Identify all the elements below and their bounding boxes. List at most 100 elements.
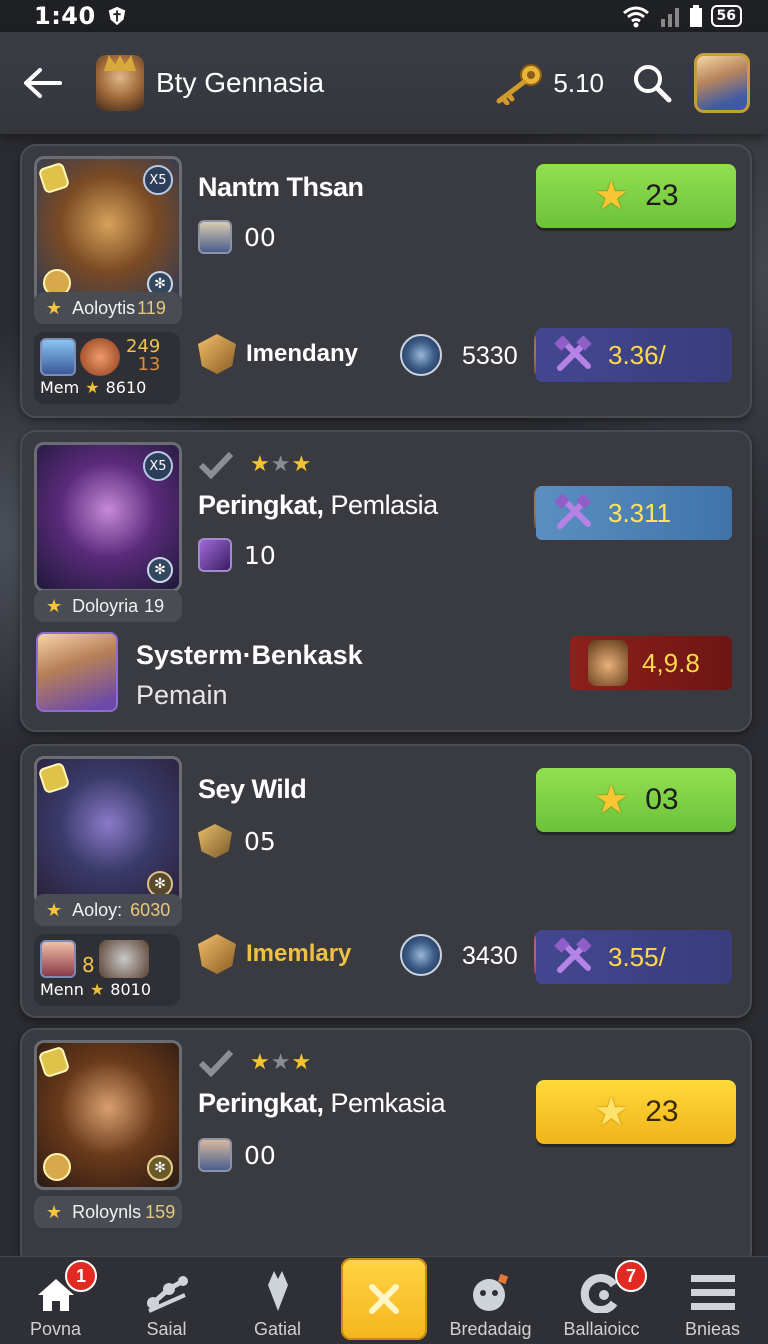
player-card[interactable]: ✻ ★ Aoloy: 6030 Sey Wild 05 ★ 03 8 Menn …	[20, 744, 752, 1018]
rank-emblem-icon	[198, 334, 236, 374]
notification-badge: 7	[615, 1260, 647, 1292]
nav-label: Ballaioicc	[563, 1319, 640, 1339]
search-icon[interactable]	[632, 63, 672, 103]
power-pill[interactable]: 3.36/	[536, 328, 732, 382]
power-pill[interactable]: 3.55/	[536, 930, 732, 984]
player-meta: 00	[198, 1138, 276, 1172]
level-label: Aoloy:	[72, 899, 123, 920]
level-number: 119	[137, 297, 166, 318]
level-pill: ★ Aoloy: 6030	[34, 894, 182, 926]
multiplier-badge: X5	[143, 165, 173, 195]
mini-avatar	[198, 538, 232, 572]
player-card[interactable]: X5 ✻ ★ Aoloytis 119 Nantm Thsan 00 ★ 23 …	[20, 144, 752, 418]
level-number: 19	[144, 595, 165, 616]
mini-avatar	[198, 220, 232, 254]
shield-icon	[108, 6, 125, 26]
stat-top2: 13	[137, 354, 161, 375]
level-label: Doloyria	[72, 595, 139, 616]
meta-value: 00	[244, 222, 276, 252]
star-icon: ★	[593, 778, 630, 822]
game-avatar	[96, 55, 144, 111]
player-name: Nantm Thsan	[198, 172, 364, 202]
star-icon: ★	[46, 595, 63, 616]
gem-icon	[37, 761, 71, 795]
nav-bredadaig[interactable]: Bredadaig	[435, 1256, 546, 1344]
stat-label: Menn	[40, 980, 84, 999]
battery-level: 56	[710, 5, 742, 27]
battery-small-icon	[689, 5, 702, 27]
nav-bnieas[interactable]: Bnieas	[657, 1256, 768, 1344]
rating-stars: ★★★	[250, 1050, 313, 1075]
power-pill[interactable]: 3.311	[536, 486, 732, 540]
nav-label: Saial	[146, 1319, 187, 1339]
red-value: 4,9.8	[642, 647, 700, 678]
notification-badge: 1	[65, 1260, 97, 1292]
stat-coins: 8610	[105, 378, 147, 397]
player-card[interactable]: ✻ ★ Roloynls 159 ★★★ Peringkat, Pemkasia…	[20, 1028, 752, 1268]
star-icon: ★	[593, 174, 630, 218]
star-icon: ★	[46, 1201, 63, 1222]
gem-icon	[37, 1045, 71, 1079]
profile-avatar[interactable]	[694, 53, 750, 113]
status-time: 1:40	[34, 2, 96, 30]
meta-value: 05	[244, 826, 276, 856]
level-pill: ★ Doloyria 19	[34, 590, 182, 622]
rating-stars: ★★★	[250, 452, 313, 477]
stat-coins: 8010	[110, 980, 151, 999]
share-icon	[146, 1276, 188, 1313]
power-value: 3.311	[608, 497, 672, 528]
close-icon	[369, 1284, 399, 1314]
count-value: 5330	[462, 342, 518, 370]
player-name: Peringkat, Pemkasia	[198, 1088, 446, 1118]
wifi-icon	[622, 6, 649, 28]
stat-label: Mem	[40, 378, 80, 397]
player-name: Peringkat, Pemlasia	[198, 490, 438, 520]
star-icon: ★	[593, 1090, 630, 1134]
nav-center-button[interactable]	[341, 1258, 427, 1340]
bomb-icon	[472, 1273, 508, 1311]
score-value: 03	[645, 783, 679, 816]
app-header: Bty Gennasia 5.10	[0, 32, 768, 134]
rank-text: Imemlary	[246, 940, 352, 967]
back-button[interactable]	[20, 61, 64, 105]
stats-box: 249 13 Mem ★ 8610	[34, 332, 180, 404]
status-bar: 1:40 56	[0, 0, 768, 32]
system-avatar	[36, 632, 118, 712]
nav-label: Bnieas	[684, 1319, 741, 1339]
nav-social[interactable]: Saial	[111, 1256, 222, 1344]
level-label: Aoloytis	[72, 297, 136, 318]
system-title: Systerm·Benkask	[136, 640, 363, 670]
check-icon	[198, 1049, 234, 1078]
stat-avatar	[40, 338, 76, 376]
hero-portrait: ✻	[34, 756, 182, 906]
player-meta: 00	[198, 220, 276, 254]
swirl-icon	[400, 934, 442, 976]
red-stat-pill[interactable]: 4,9.8	[570, 636, 732, 690]
snowflake-icon: ✻	[147, 557, 173, 583]
level-label: Roloynls	[72, 1201, 142, 1222]
star-icon: ★	[46, 297, 63, 318]
nav-gatial[interactable]: Gatial	[222, 1256, 333, 1344]
level-number: 159	[145, 1201, 176, 1222]
stat-top: 8	[82, 953, 95, 977]
count-value: 3430	[462, 942, 518, 970]
stats-box: 8 Menn ★ 8010	[34, 934, 180, 1006]
check-icon	[198, 451, 234, 480]
pin-icon	[267, 1271, 288, 1311]
key-value: 5.10	[553, 67, 604, 98]
nav-home[interactable]: Povna 1	[0, 1256, 111, 1344]
back-arrow-icon	[24, 68, 62, 98]
star-score-button[interactable]: ★ 23	[536, 164, 736, 228]
bandit-icon	[588, 640, 628, 686]
star-score-button[interactable]: ★ 03	[536, 768, 736, 832]
hero-portrait: X5 ✻	[34, 156, 182, 306]
nav-label: Bredadaig	[449, 1319, 532, 1339]
star-icon: ★	[46, 899, 63, 920]
level-pill: ★ Aoloytis 119	[34, 292, 182, 324]
power-value: 3.36/	[608, 339, 666, 370]
star-score-button[interactable]: ★ 23	[536, 1080, 736, 1144]
rank-text: Imendany	[246, 340, 359, 367]
system-subtitle: Pemain	[136, 680, 228, 710]
player-card[interactable]: X5 ✻ ★ Doloyria 19 ★★★ Peringkat, Pemlas…	[20, 430, 752, 732]
nav-ballaioicc[interactable]: Ballaioicc 7	[546, 1256, 657, 1344]
